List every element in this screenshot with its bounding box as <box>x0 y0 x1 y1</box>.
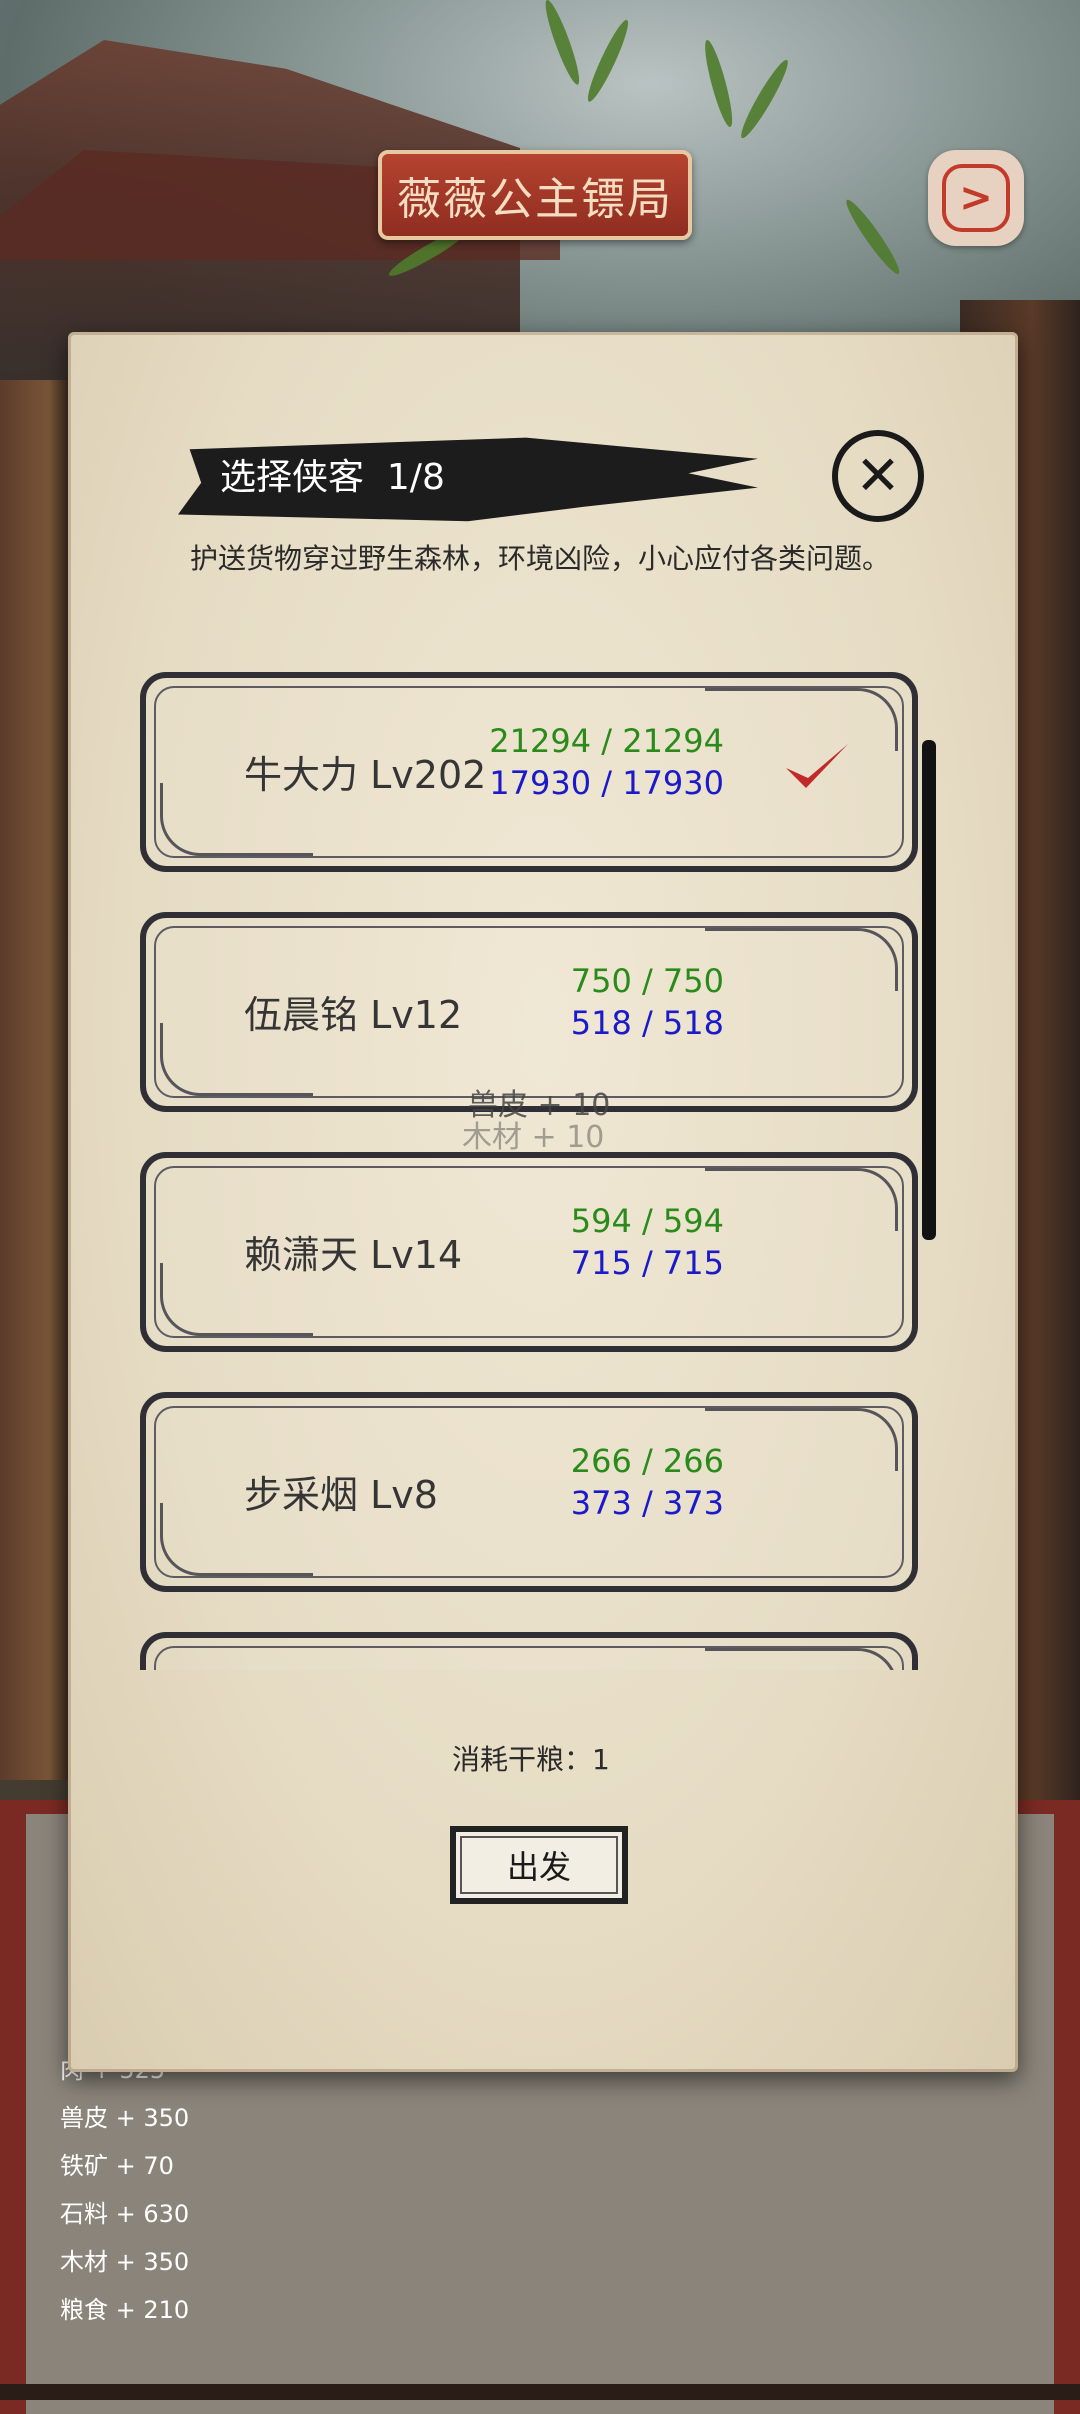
log-line: 兽皮 + 350 <box>60 2104 190 2132</box>
card-ornament <box>705 1408 898 1471</box>
hero-hp: 594 / 594 <box>570 1202 724 1240</box>
hero-mp: 373 / 373 <box>570 1484 724 1522</box>
hero-level: Lv14 <box>370 1233 463 1277</box>
hero-list[interactable]: 牛大力 Lv202 21294 / 21294 17930 / 17930 伍晨… <box>140 672 930 1670</box>
hero-card-3[interactable]: 赖潇天 Lv14 594 / 594 715 / 715 <box>140 1152 918 1352</box>
hero-name: 步采烟 Lv8 <box>244 1464 438 1519</box>
hero-name: 伍晨铭 Lv12 <box>244 984 462 1039</box>
close-icon: ✕ <box>855 444 901 507</box>
close-button[interactable]: ✕ <box>832 430 924 522</box>
title-banner: 薇薇公主镖局 <box>378 150 692 240</box>
hero-card-5-partial[interactable] <box>140 1632 918 1670</box>
log-line: 木材 + 350 <box>60 2248 190 2276</box>
list-scrollbar[interactable] <box>922 740 936 1240</box>
depart-button[interactable]: 出发 <box>450 1826 628 1904</box>
hero-hp: 21294 / 21294 <box>489 722 724 760</box>
log-line: 铁矿 + 70 <box>60 2152 174 2180</box>
hero-mp: 17930 / 17930 <box>489 764 724 802</box>
hero-name-text: 牛大力 <box>244 753 359 797</box>
card-ornament <box>705 1648 898 1670</box>
hero-mp: 518 / 518 <box>570 1004 724 1042</box>
dialog-title: 选择侠客 1/8 <box>220 448 445 500</box>
hero-name-text: 步采烟 <box>244 1473 359 1517</box>
hero-card-4[interactable]: 步采烟 Lv8 266 / 266 373 / 373 <box>140 1392 918 1592</box>
dialog-title-label: 选择侠客 <box>220 457 365 498</box>
hero-level: Lv12 <box>370 993 463 1037</box>
hero-hp: 750 / 750 <box>570 962 724 1000</box>
card-ornament <box>160 1503 313 1576</box>
card-ornament <box>160 1023 313 1096</box>
hero-level: Lv8 <box>370 1473 438 1517</box>
hero-name: 牛大力 Lv202 <box>244 744 486 799</box>
hero-level: Lv202 <box>370 753 487 797</box>
background-left-pillar <box>0 380 70 1780</box>
arrow-right-icon: > <box>942 164 1010 232</box>
next-button[interactable]: > <box>928 150 1024 246</box>
bottom-strip <box>0 2384 1080 2400</box>
hero-card-1[interactable]: 牛大力 Lv202 21294 / 21294 17930 / 17930 <box>140 672 918 872</box>
dialog-description: 护送货物穿过野生森林，环境凶险，小心应付各类问题。 <box>190 542 891 575</box>
card-ornament <box>705 928 898 991</box>
hero-name-text: 赖潇天 <box>244 1233 359 1277</box>
log-line: 粮食 + 210 <box>60 2296 190 2324</box>
checkmark-icon <box>786 744 848 788</box>
card-ornament <box>160 783 313 856</box>
card-ornament <box>705 688 898 751</box>
log-line: 石料 + 630 <box>60 2200 190 2228</box>
reward-log: 肉 + 525 兽皮 + 350 铁矿 + 70 石料 + 630 木材 + 3… <box>60 2046 189 2334</box>
hero-mp: 715 / 715 <box>570 1244 724 1282</box>
food-cost: 消耗干粮：1 <box>452 1743 610 1776</box>
hero-name-text: 伍晨铭 <box>244 993 359 1037</box>
hero-hp: 266 / 266 <box>570 1442 724 1480</box>
card-ornament <box>705 1168 898 1231</box>
dialog-counter: 1/8 <box>386 457 445 498</box>
depart-button-label: 出发 <box>506 1848 571 1886</box>
card-ornament <box>160 1263 313 1336</box>
hero-name: 赖潇天 Lv14 <box>244 1224 462 1279</box>
title-banner-text: 薇薇公主镖局 <box>397 174 673 225</box>
floating-reward-text: 木材 + 10 <box>462 1120 605 1155</box>
